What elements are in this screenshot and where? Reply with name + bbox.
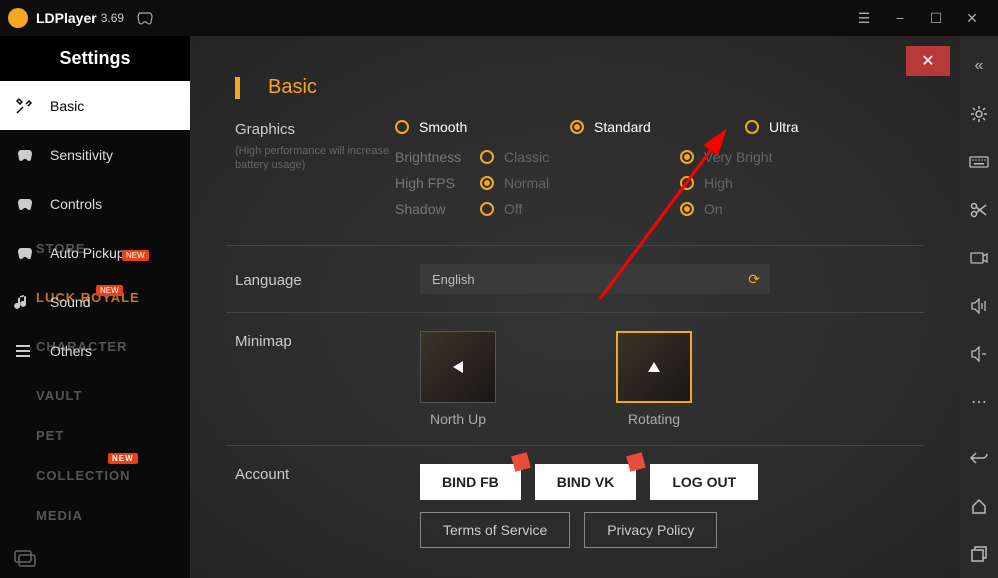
sidebar-item-sound[interactable]: Sound NEW bbox=[0, 277, 190, 326]
new-badge: NEW bbox=[108, 453, 138, 464]
more-icon[interactable]: ⋯ bbox=[960, 378, 998, 426]
sidebar-item-label: Others bbox=[50, 343, 92, 359]
shadow-off-radio[interactable]: Off bbox=[480, 201, 680, 217]
multitask-icon[interactable] bbox=[960, 530, 998, 578]
settings-gear-icon[interactable] bbox=[960, 90, 998, 138]
sidebar-header: Settings bbox=[0, 36, 190, 81]
privacy-button[interactable]: Privacy Policy bbox=[584, 512, 717, 548]
minimap-preview-image bbox=[420, 331, 496, 403]
panel-title-area: Basic bbox=[235, 76, 960, 99]
sidebar-item-basic[interactable]: Basic bbox=[0, 81, 190, 130]
fps-high-radio[interactable]: High bbox=[680, 175, 855, 191]
app-version: 3.69 bbox=[101, 11, 124, 25]
radio-icon bbox=[680, 150, 694, 164]
sidebar-item-label: Basic bbox=[50, 98, 84, 114]
divider bbox=[226, 312, 924, 313]
close-panel-button[interactable]: ✕ bbox=[906, 46, 950, 76]
fps-normal-radio[interactable]: Normal bbox=[480, 175, 680, 191]
main-panel: ✕ Basic Graphics (High performance will … bbox=[190, 36, 960, 578]
tools-icon bbox=[14, 96, 40, 116]
menu-icon[interactable]: ☰ bbox=[846, 0, 882, 36]
music-icon bbox=[14, 293, 40, 311]
graphics-label: Graphics (High performance will increase… bbox=[235, 119, 395, 173]
radio-icon bbox=[395, 120, 409, 134]
minimap-preview-image bbox=[616, 331, 692, 403]
maximize-icon[interactable]: ☐ bbox=[918, 0, 954, 36]
divider bbox=[226, 245, 924, 246]
brightness-classic-radio[interactable]: Classic bbox=[480, 149, 680, 165]
sidebar-item-label: Sound bbox=[50, 294, 90, 310]
radio-icon bbox=[480, 176, 494, 190]
sidebar-item-controls[interactable]: Controls bbox=[0, 179, 190, 228]
scissors-icon[interactable] bbox=[960, 186, 998, 234]
controller-icon bbox=[14, 148, 40, 162]
close-window-icon[interactable]: ✕ bbox=[954, 0, 990, 36]
new-badge: NEW bbox=[122, 250, 149, 261]
titlebar: LDPlayer 3.69 ☰ − ☐ ✕ bbox=[0, 0, 998, 36]
new-badge: NEW bbox=[96, 285, 123, 296]
shadow-on-radio[interactable]: On bbox=[680, 201, 855, 217]
account-label: Account bbox=[235, 464, 420, 483]
collapse-icon[interactable]: « bbox=[960, 42, 998, 90]
sidebar-item-others[interactable]: Others bbox=[0, 326, 190, 375]
keyboard-icon[interactable] bbox=[960, 138, 998, 186]
fps-label: High FPS bbox=[395, 175, 480, 191]
list-icon bbox=[14, 342, 40, 360]
graphics-standard-radio[interactable]: Standard bbox=[570, 119, 745, 135]
gift-icon bbox=[627, 452, 647, 472]
sidebar-item-sensitivity[interactable]: Sensitivity bbox=[0, 130, 190, 179]
language-select[interactable]: English ⟳ bbox=[420, 264, 770, 294]
minimap-label: Minimap bbox=[235, 331, 420, 350]
settings-sidebar: Settings Basic Sensitivity Controls STOR… bbox=[0, 36, 190, 578]
app-name: LDPlayer bbox=[36, 10, 97, 26]
sidebar-item-label: Auto Pickup bbox=[50, 245, 125, 261]
language-label: Language bbox=[235, 270, 420, 289]
chat-icon[interactable] bbox=[14, 550, 36, 568]
gamepad-icon bbox=[134, 11, 154, 25]
radio-icon bbox=[680, 176, 694, 190]
radio-icon bbox=[480, 202, 494, 216]
sidebar-item-autopickup[interactable]: Auto Pickup NEW bbox=[0, 228, 190, 277]
radio-icon bbox=[570, 120, 584, 134]
radio-icon bbox=[680, 202, 694, 216]
title-accent-bar bbox=[235, 77, 240, 99]
bind-vk-button[interactable]: BIND VK bbox=[535, 464, 637, 500]
panel-title: Basic bbox=[268, 76, 317, 99]
bg-item-collection: COLLECTIONNEW bbox=[0, 455, 190, 495]
minimap-northup-option[interactable]: North Up bbox=[420, 331, 496, 427]
sidebar-item-label: Sensitivity bbox=[50, 147, 113, 163]
volume-up-icon[interactable] bbox=[960, 282, 998, 330]
shadow-label: Shadow bbox=[395, 201, 480, 217]
controller-icon bbox=[14, 246, 40, 260]
record-icon[interactable] bbox=[960, 234, 998, 282]
right-toolbar: « ⋯ bbox=[960, 36, 998, 578]
bg-item-vault: VAULT bbox=[0, 375, 190, 415]
home-icon[interactable] bbox=[960, 482, 998, 530]
sidebar-item-label: Controls bbox=[50, 196, 102, 212]
divider bbox=[226, 445, 924, 446]
minimap-rotating-option[interactable]: Rotating bbox=[616, 331, 692, 427]
logout-button[interactable]: LOG OUT bbox=[650, 464, 758, 500]
refresh-icon[interactable]: ⟳ bbox=[748, 271, 760, 288]
radio-icon bbox=[480, 150, 494, 164]
brightness-verybright-radio[interactable]: Very Bright bbox=[680, 149, 855, 165]
minimize-icon[interactable]: − bbox=[882, 0, 918, 36]
controller-icon bbox=[14, 197, 40, 211]
radio-icon bbox=[745, 120, 759, 134]
terms-button[interactable]: Terms of Service bbox=[420, 512, 570, 548]
app-logo-icon bbox=[8, 8, 28, 28]
brightness-label: Brightness bbox=[395, 149, 480, 165]
volume-down-icon[interactable] bbox=[960, 330, 998, 378]
gift-icon bbox=[511, 452, 531, 472]
graphics-smooth-radio[interactable]: Smooth bbox=[395, 119, 570, 135]
back-icon[interactable] bbox=[960, 434, 998, 482]
graphics-ultra-radio[interactable]: Ultra bbox=[745, 119, 920, 135]
bind-fb-button[interactable]: BIND FB bbox=[420, 464, 521, 500]
bg-item-media: MEDIA bbox=[0, 495, 190, 535]
bg-item-pet: PET bbox=[0, 415, 190, 455]
